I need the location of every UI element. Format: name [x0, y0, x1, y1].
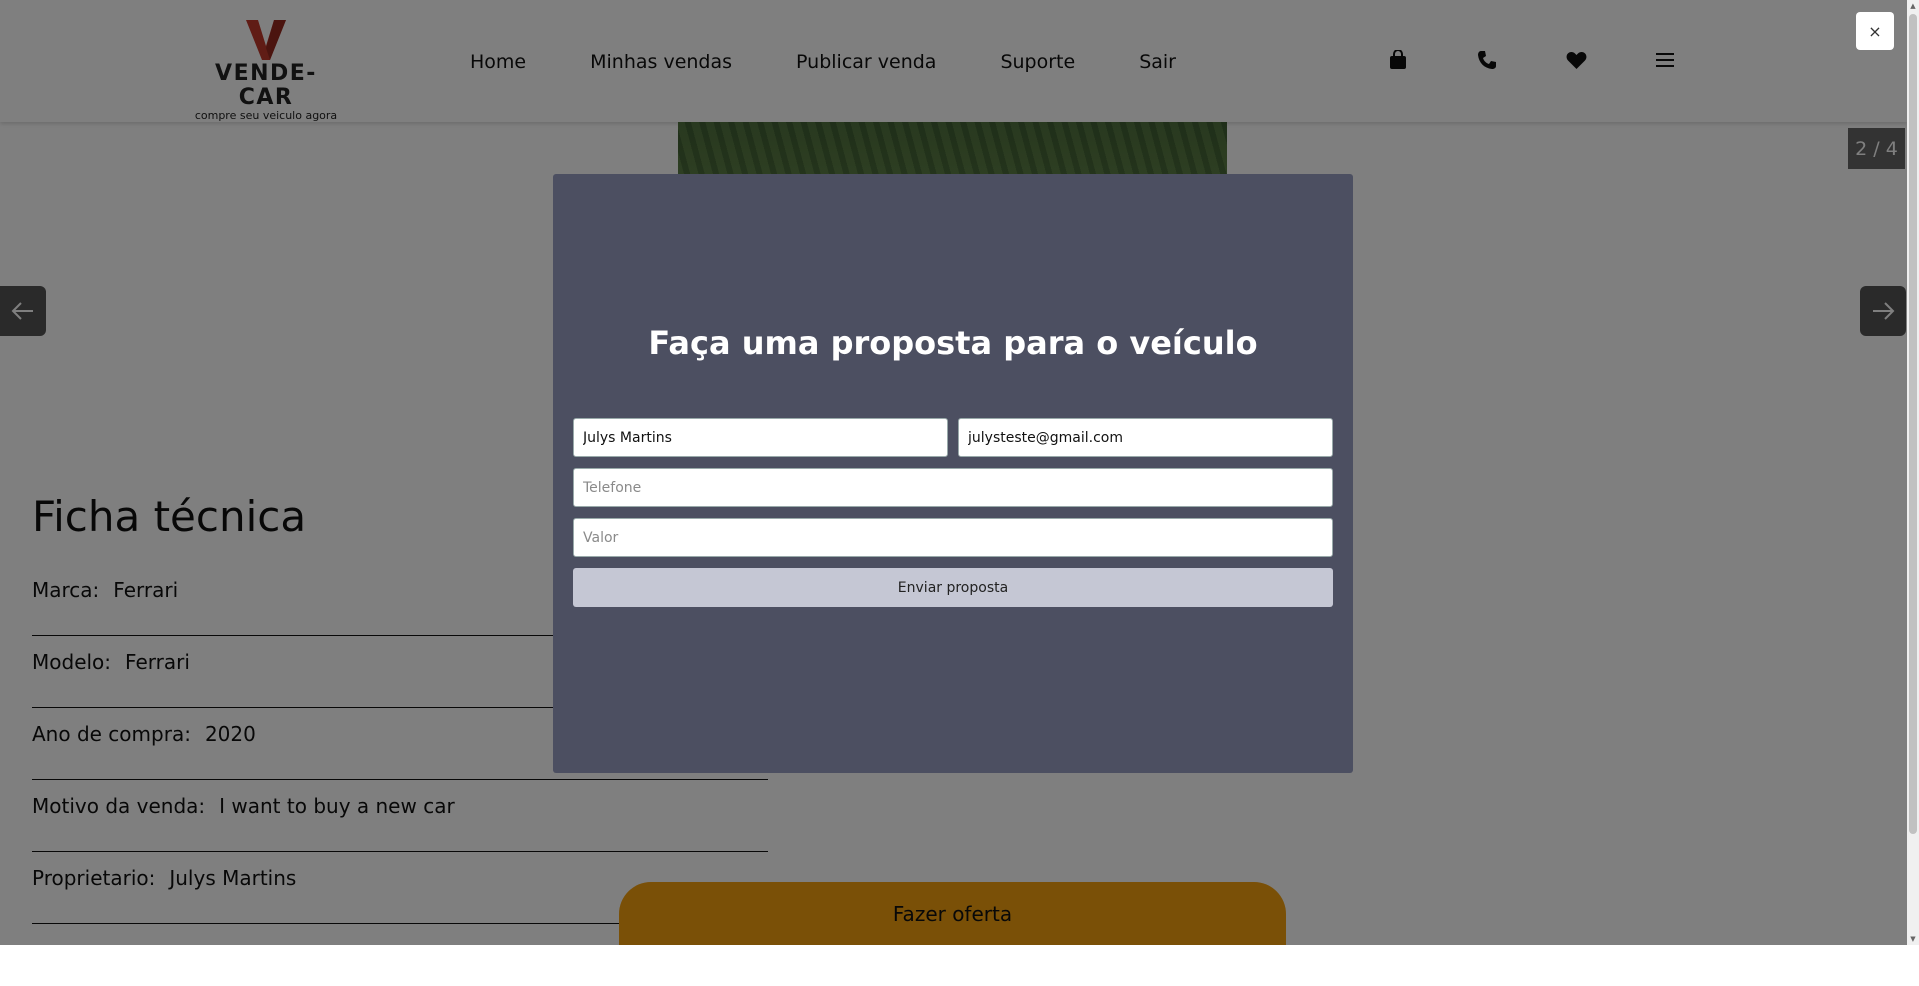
page-scrollbar[interactable]: ▲ ▼	[1907, 0, 1919, 945]
name-field[interactable]	[573, 418, 948, 457]
scroll-up-icon[interactable]: ▲	[1909, 2, 1917, 10]
email-field[interactable]	[958, 418, 1333, 457]
proposta-modal: Faça uma proposta para o veículo Enviar …	[553, 174, 1353, 773]
close-modal-button[interactable]: ×	[1856, 12, 1894, 50]
value-field[interactable]	[573, 518, 1333, 557]
scrollbar-thumb[interactable]	[1909, 14, 1917, 834]
scroll-down-icon[interactable]: ▼	[1909, 935, 1917, 943]
phone-field[interactable]	[573, 468, 1333, 507]
modal-title: Faça uma proposta para o veículo	[648, 324, 1258, 362]
enviar-proposta-button[interactable]: Enviar proposta	[573, 568, 1333, 607]
